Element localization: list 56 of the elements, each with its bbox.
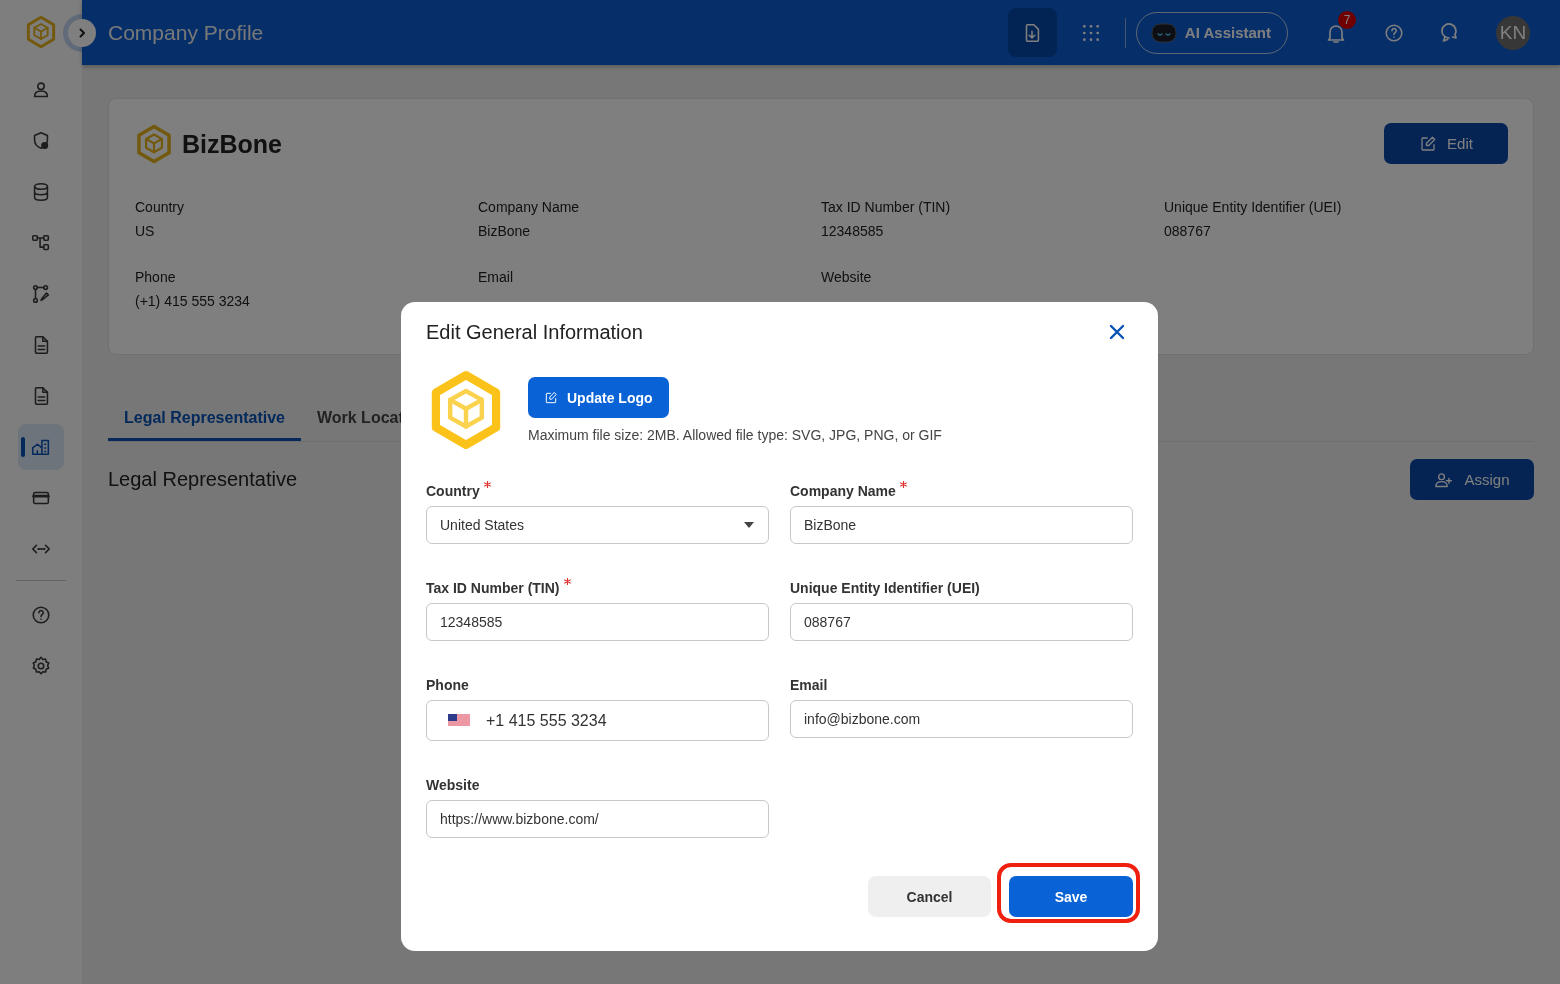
- save-button[interactable]: Save: [1009, 876, 1133, 917]
- grid-dots-icon: [1080, 22, 1101, 43]
- input-field[interactable]: BizBone: [790, 506, 1133, 544]
- field-label: Unique Entity Identifier (UEI): [1164, 199, 1343, 215]
- field-value: 12348585: [821, 223, 885, 239]
- hexagon-cube-logo: [25, 14, 57, 50]
- expand-button[interactable]: [68, 18, 96, 47]
- tab[interactable]: Legal Representative: [108, 397, 301, 441]
- hexagon-cube-logo: [135, 123, 173, 165]
- chevron-right-icon: [76, 26, 88, 39]
- country-select[interactable]: United States: [426, 506, 769, 544]
- flag-icon: [448, 714, 470, 727]
- field-label: Country: [135, 199, 186, 215]
- notification-count: 7: [1338, 10, 1356, 29]
- cancel-button[interactable]: Cancel: [868, 876, 991, 917]
- update-logo-button[interactable]: Update Logo: [528, 377, 669, 418]
- phone-field[interactable]: +1 415 555 3234: [426, 700, 769, 741]
- user-avatar[interactable]: KN: [1496, 15, 1530, 50]
- edit-icon: [1419, 134, 1438, 153]
- section-title: Legal Representative: [108, 468, 297, 491]
- company-name: BizBone: [182, 129, 282, 159]
- field-label: Phone: [426, 677, 469, 693]
- add-person-icon: [1434, 470, 1455, 489]
- settings-icon: [30, 654, 52, 677]
- field-label: Company Name: [478, 199, 581, 215]
- edit-icon: [544, 390, 558, 405]
- close-icon: [1109, 324, 1125, 340]
- field-label: Phone: [135, 269, 177, 285]
- field-label: Tax ID Number (TIN): [821, 199, 952, 215]
- input-field[interactable]: info@bizbone.com: [790, 700, 1133, 738]
- logo-hint: Maximum file size: 2MB. Allowed file type: SVG, JPG, PNG, or GIF: [528, 427, 942, 443]
- input-field[interactable]: 088767: [790, 603, 1133, 641]
- field-label: Company Name: [790, 483, 896, 499]
- assign-button[interactable]: Assign: [1410, 459, 1534, 500]
- field-value: (+1) 415 555 3234: [135, 293, 251, 309]
- edit-button[interactable]: Edit: [1384, 123, 1508, 164]
- field-label: Country: [426, 483, 480, 499]
- field-value: BizBone: [478, 223, 532, 239]
- field-label: Email: [790, 677, 828, 693]
- field-label: Website: [821, 269, 873, 285]
- notifications-button[interactable]: 7: [1312, 8, 1360, 57]
- field-label: Email: [478, 269, 514, 285]
- caret-down-icon: [743, 521, 755, 529]
- field-value: US: [135, 223, 156, 239]
- workflow-icon: [30, 282, 52, 305]
- robot-face-icon: [1150, 21, 1177, 44]
- field-label: Website: [426, 777, 480, 793]
- page-title: Company Profile: [108, 20, 264, 45]
- input-field[interactable]: https://www.bizbone.com/: [426, 800, 769, 838]
- sidebar-item[interactable]: [18, 423, 64, 470]
- input-field[interactable]: 12348585: [426, 603, 769, 641]
- download-button[interactable]: [1007, 8, 1057, 57]
- field-label: Unique Entity Identifier (UEI): [790, 580, 980, 596]
- field-label: Tax ID Number (TIN): [426, 580, 560, 596]
- field-value: 088767: [1164, 223, 1212, 239]
- dialog-title: Edit General Information: [426, 320, 643, 344]
